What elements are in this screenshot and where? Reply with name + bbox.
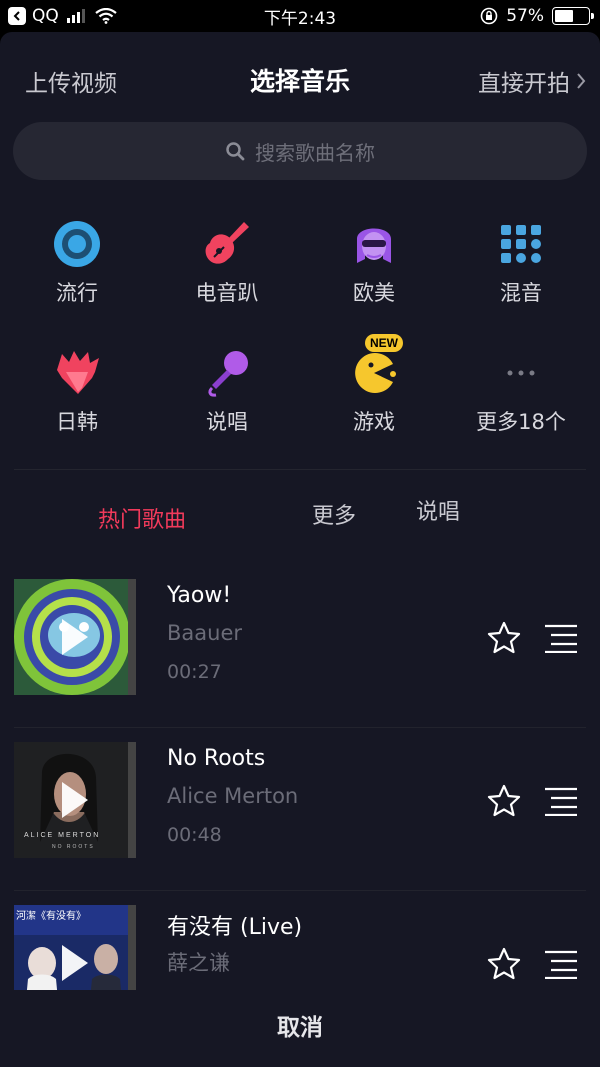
more-dots-icon	[496, 348, 546, 398]
category-label: 流行	[56, 281, 98, 305]
category-pop[interactable]: 流行	[2, 219, 152, 307]
svg-text:NO ROOTS: NO ROOTS	[52, 844, 95, 850]
cancel-button[interactable]: 取消	[0, 990, 600, 1067]
song-title: 有没有 (Live)	[167, 915, 303, 940]
search-icon	[226, 142, 245, 161]
category-label: 电音趴	[195, 281, 259, 305]
new-badge: NEW	[365, 334, 403, 352]
category-western[interactable]: 欧美	[299, 219, 449, 307]
microphone-icon	[202, 348, 252, 398]
tab-rap[interactable]: 说唱	[416, 494, 460, 526]
favorite-star-icon[interactable]	[486, 783, 522, 819]
category-electronic[interactable]: 电音趴	[152, 219, 302, 307]
music-picker-sheet: 上传视频 选择音乐 直接开拍 搜索歌曲名称 流行 电音趴 欧美 混音 日韩 说唱…	[0, 32, 600, 1067]
pop-disc-icon	[52, 219, 102, 269]
sunglasses-avatar-icon	[349, 219, 399, 269]
song-artist: 薛之谦	[167, 951, 230, 975]
svg-text:河潔《有没有》: 河潔《有没有》	[16, 909, 86, 922]
category-more[interactable]: 更多18个	[446, 348, 596, 436]
song-artist: Alice Merton	[167, 784, 299, 808]
song-title: No Roots	[167, 746, 266, 771]
song-duration: 00:27	[167, 661, 222, 683]
song-artist: Baauer	[167, 621, 243, 645]
search-input[interactable]: 搜索歌曲名称	[13, 122, 587, 180]
battery-percent: 57%	[506, 6, 544, 26]
category-label: 更多18个	[476, 410, 566, 434]
status-bar: QQ 下午2:43 57%	[0, 0, 600, 32]
pacman-icon: NEW	[349, 334, 403, 398]
chevron-right-icon	[577, 73, 586, 89]
shoot-directly-label: 直接开拍	[478, 71, 570, 97]
song-row[interactable]: Yaow! Baauer 00:27	[0, 565, 600, 728]
song-menu-icon[interactable]	[543, 786, 579, 816]
battery-icon	[552, 7, 594, 25]
category-rap[interactable]: 说唱	[152, 348, 302, 436]
song-cover[interactable]: ALICE MERTON NO ROOTS	[14, 742, 136, 858]
category-label: 混音	[500, 281, 542, 305]
category-label: 日韩	[56, 410, 98, 434]
shoot-directly-button[interactable]: 直接开拍	[478, 64, 586, 98]
song-title: Yaow!	[167, 583, 232, 608]
category-mix[interactable]: 混音	[446, 219, 596, 307]
spiky-hair-icon	[52, 348, 102, 398]
song-tabs: 热门歌曲 更多 说唱	[0, 477, 600, 557]
header: 上传视频 选择音乐 直接开拍	[0, 32, 600, 124]
song-row[interactable]: ALICE MERTON NO ROOTS No Roots Alice Mer…	[0, 728, 600, 891]
song-cover[interactable]	[14, 579, 136, 695]
svg-text:ALICE MERTON: ALICE MERTON	[24, 832, 100, 839]
favorite-star-icon[interactable]	[486, 620, 522, 656]
electric-guitar-icon	[202, 219, 252, 269]
mixer-grid-icon	[496, 219, 546, 269]
category-label: 游戏	[353, 410, 395, 434]
category-label: 欧美	[353, 281, 395, 305]
divider	[14, 469, 586, 470]
category-game[interactable]: NEW 游戏	[299, 334, 449, 436]
rotation-lock-icon	[480, 7, 498, 25]
search-placeholder: 搜索歌曲名称	[255, 140, 375, 165]
tab-hot-songs[interactable]: 热门歌曲	[98, 502, 186, 534]
tab-more[interactable]: 更多	[312, 498, 356, 530]
song-duration: 00:48	[167, 824, 222, 846]
song-menu-icon[interactable]	[543, 949, 579, 979]
song-menu-icon[interactable]	[543, 623, 579, 653]
favorite-star-icon[interactable]	[486, 946, 522, 982]
category-label: 说唱	[206, 410, 248, 434]
category-jpkr[interactable]: 日韩	[2, 348, 152, 436]
